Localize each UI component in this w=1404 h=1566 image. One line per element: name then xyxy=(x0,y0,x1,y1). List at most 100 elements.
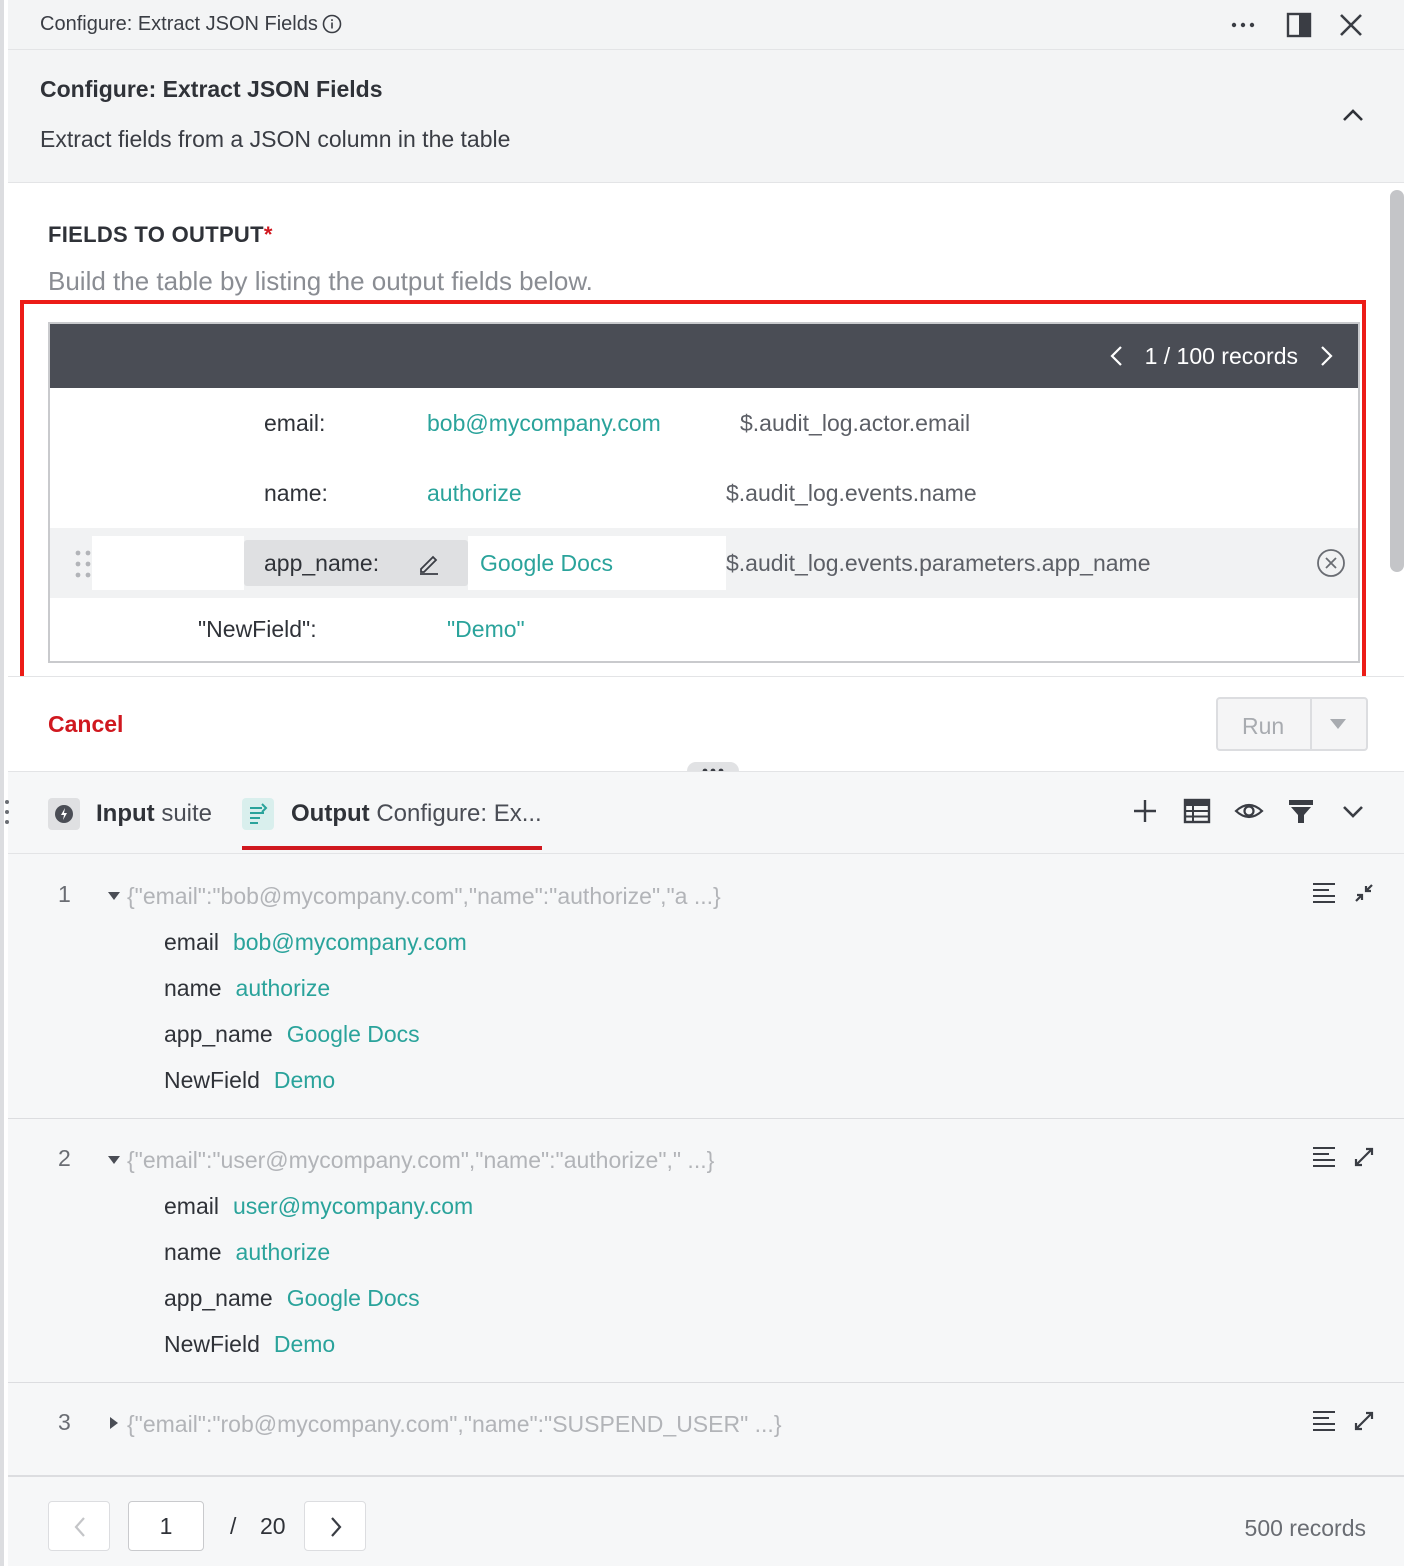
field-key[interactable]: name: xyxy=(264,480,328,507)
record-field-key: email xyxy=(164,929,219,955)
record-field-key: NewField xyxy=(164,1067,260,1093)
expand-icon[interactable] xyxy=(1350,1143,1378,1171)
filter-icon[interactable] xyxy=(1286,796,1316,826)
output-tabs: Input suite Output Configure: Ex... xyxy=(5,772,1404,854)
config-footer: Cancel Run xyxy=(8,676,1404,771)
record-row: 1 {"email":"bob@mycompany.com","name":"a… xyxy=(8,855,1404,1119)
record-field-key: name xyxy=(164,975,222,1001)
tab-output-label: Output Configure: Ex... xyxy=(291,800,542,828)
record-field-value: Demo xyxy=(273,1067,336,1093)
pencil-icon[interactable] xyxy=(416,550,442,576)
split-view-icon[interactable] xyxy=(1284,10,1314,40)
total-pages: 20 xyxy=(260,1513,286,1539)
chevron-right-icon[interactable] xyxy=(1316,344,1336,368)
config-scrollbar[interactable] xyxy=(1390,190,1404,572)
active-tab-indicator xyxy=(242,846,542,850)
cancel-button[interactable]: Cancel xyxy=(48,711,123,738)
collapse-icon[interactable] xyxy=(1350,879,1378,907)
side-grip-icon[interactable] xyxy=(4,788,12,838)
field-key[interactable]: email: xyxy=(264,410,325,437)
field-value: Google Docs xyxy=(480,550,613,576)
remove-circle-icon[interactable] xyxy=(1316,548,1346,578)
record-number: 3 xyxy=(58,1409,71,1435)
suite-icon xyxy=(48,798,80,830)
fields-hint: Build the table by listing the output fi… xyxy=(48,266,593,296)
header-subtitle: Extract fields from a JSON column in the… xyxy=(40,126,511,152)
expand-icon[interactable] xyxy=(1350,1407,1378,1435)
field-row-app-name[interactable]: app_name: Google Docs $.audit_log.events… xyxy=(50,528,1358,598)
records-nav-label: 1 / 100 records xyxy=(1144,342,1298,369)
info-icon[interactable] xyxy=(322,14,342,34)
record-field: email user@mycompany.com xyxy=(164,1193,473,1220)
tab-input[interactable]: Input suite xyxy=(48,796,228,854)
chevron-right-icon xyxy=(331,1517,342,1537)
field-value: bob@mycompany.com xyxy=(427,410,661,436)
field-row-email[interactable]: email: bob@mycompany.com $.audit_log.act… xyxy=(50,388,1358,458)
record-json-preview[interactable]: {"email":"rob@mycompany.com","name":"SUS… xyxy=(127,1411,782,1438)
field-path[interactable]: $.audit_log.events.parameters.app_name xyxy=(726,550,1151,577)
record-count: 500 records xyxy=(1244,1515,1366,1541)
field-key[interactable]: "NewField": xyxy=(198,616,317,643)
record-field: name authorize xyxy=(164,975,330,1002)
output-icon xyxy=(242,798,274,830)
record-field: app_name Google Docs xyxy=(164,1285,420,1312)
record-field: email bob@mycompany.com xyxy=(164,929,467,956)
tab-input-rest: suite xyxy=(161,800,213,827)
field-value[interactable]: "Demo" xyxy=(447,616,525,643)
record-field: name authorize xyxy=(164,1239,330,1266)
chevron-left-icon[interactable] xyxy=(1107,344,1127,368)
chevron-left-icon xyxy=(74,1517,85,1537)
record-field-value: Google Docs xyxy=(286,1285,420,1311)
wrap-icon[interactable] xyxy=(1310,879,1338,907)
record-field: NewField Demo xyxy=(164,1067,335,1094)
plus-icon[interactable] xyxy=(1130,796,1160,826)
record-field-value: Demo xyxy=(273,1331,336,1357)
run-button[interactable]: Run xyxy=(1216,697,1368,751)
triangle-down-icon[interactable] xyxy=(106,888,122,904)
field-row-name[interactable]: name: authorize $.audit_log.events.name xyxy=(50,458,1358,528)
run-label[interactable]: Run xyxy=(1242,713,1284,740)
caret-down-icon[interactable] xyxy=(1328,717,1348,731)
record-field-value: bob@mycompany.com xyxy=(232,929,467,955)
page-number-input[interactable] xyxy=(128,1501,204,1551)
record-number: 1 xyxy=(58,881,71,907)
record-field-key: app_name xyxy=(164,1285,273,1311)
table-icon[interactable] xyxy=(1182,796,1212,826)
wrap-icon[interactable] xyxy=(1310,1143,1338,1171)
chevron-up-icon[interactable] xyxy=(1338,102,1368,128)
wrap-icon[interactable] xyxy=(1310,1407,1338,1435)
fields-label-text: FIELDS TO OUTPUT xyxy=(48,222,264,247)
field-path[interactable]: $.audit_log.events.name xyxy=(726,480,977,507)
tab-output-bold: Output xyxy=(291,800,370,827)
tab-input-label: Input suite xyxy=(96,800,212,828)
record-field: NewField Demo xyxy=(164,1331,335,1358)
next-page-button[interactable] xyxy=(304,1501,366,1551)
field-path[interactable]: $.audit_log.actor.email xyxy=(740,410,970,437)
close-icon[interactable] xyxy=(1336,10,1366,40)
record-field-key: app_name xyxy=(164,1021,273,1047)
record-field-key: name xyxy=(164,1239,222,1265)
pagination-bar: / 20 500 records xyxy=(8,1476,1404,1566)
record-field-value: Google Docs xyxy=(286,1021,420,1047)
required-mark: * xyxy=(263,222,273,247)
record-row: 3 {"email":"rob@mycompany.com","name":"S… xyxy=(8,1383,1404,1476)
field-row-newfield[interactable]: "NewField": "Demo" xyxy=(50,598,1358,660)
field-key[interactable]: app_name: xyxy=(264,550,379,577)
record-number: 2 xyxy=(58,1145,71,1171)
record-json-preview[interactable]: {"email":"bob@mycompany.com","name":"aut… xyxy=(127,883,721,910)
prev-page-button[interactable] xyxy=(48,1501,110,1551)
tab-output-rest: Configure: Ex... xyxy=(376,800,542,827)
tab-input-bold: Input xyxy=(96,800,155,827)
record-field-key: NewField xyxy=(164,1331,260,1357)
record-field-value: authorize xyxy=(235,975,331,1001)
more-icon[interactable] xyxy=(1228,10,1258,40)
header-title: Configure: Extract JSON Fields xyxy=(40,76,383,102)
eye-icon[interactable] xyxy=(1234,796,1264,826)
field-value: authorize xyxy=(427,480,522,506)
chevron-down-icon[interactable] xyxy=(1338,796,1368,826)
triangle-down-icon[interactable] xyxy=(106,1152,122,1168)
record-json-preview[interactable]: {"email":"user@mycompany.com","name":"au… xyxy=(127,1147,714,1174)
drag-handle-icon[interactable] xyxy=(72,548,94,580)
output-panel: Input suite Output Configure: Ex... 1 {"… xyxy=(5,771,1404,1566)
triangle-right-icon[interactable] xyxy=(106,1415,122,1431)
